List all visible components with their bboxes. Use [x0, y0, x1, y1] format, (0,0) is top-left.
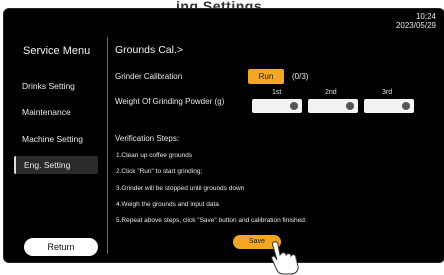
keypad-icon: [290, 102, 298, 110]
clock-date: 2023/05/29: [395, 21, 436, 30]
main-panel: Grounds Cal.> Grinder Calibration Run (0…: [112, 39, 437, 259]
sidebar-divider: [107, 37, 108, 254]
step-1: 1.Clean up coffee grounds: [116, 152, 193, 159]
step-5: 5.Repeat above steps, click "Save" butto…: [116, 217, 307, 224]
column-header-2nd: 2nd: [325, 89, 337, 96]
weight-input-2nd[interactable]: [308, 99, 358, 113]
run-count: (0/3): [292, 72, 309, 81]
sidebar-title: Service Menu: [23, 45, 91, 57]
sidebar: Service Menu Drinks Setting Maintenance …: [4, 39, 108, 261]
weight-label: Weight Of Grinding Powder (g): [115, 97, 225, 106]
sidebar-item-eng-setting[interactable]: Eng. Setting: [14, 156, 98, 174]
weight-input-3rd[interactable]: [364, 99, 414, 113]
grinder-calibration-label: Grinder Calibration: [115, 72, 183, 81]
return-button[interactable]: Return: [24, 238, 98, 256]
step-2: 2.Click "Run" to start grinding;: [116, 168, 203, 175]
keypad-icon: [402, 102, 410, 110]
hand-pointer-icon: [271, 241, 299, 275]
column-header-3rd: 3rd: [382, 89, 393, 96]
step-3: 3.Grinder will be stopped until grounds …: [116, 185, 245, 192]
sidebar-item-maintenance[interactable]: Maintenance: [14, 103, 98, 121]
device-screen: 10:24 2023/05/29 Service Menu Drinks Set…: [3, 8, 444, 263]
sidebar-item-machine-setting[interactable]: Machine Setting: [14, 130, 98, 148]
keypad-icon: [346, 102, 354, 110]
weight-input-1st[interactable]: [252, 99, 302, 113]
column-header-1st: 1st: [272, 89, 282, 96]
clock: 10:24 2023/05/29: [396, 12, 436, 30]
breadcrumb: Grounds Cal.>: [115, 44, 183, 56]
sidebar-item-drinks-setting[interactable]: Drinks Setting: [14, 77, 98, 95]
verification-title: Verification Steps:: [115, 134, 180, 143]
step-4: 4.Weigh the grounds and input data: [116, 201, 219, 208]
run-button[interactable]: Run: [248, 69, 284, 84]
clock-time: 10:24: [415, 12, 436, 21]
